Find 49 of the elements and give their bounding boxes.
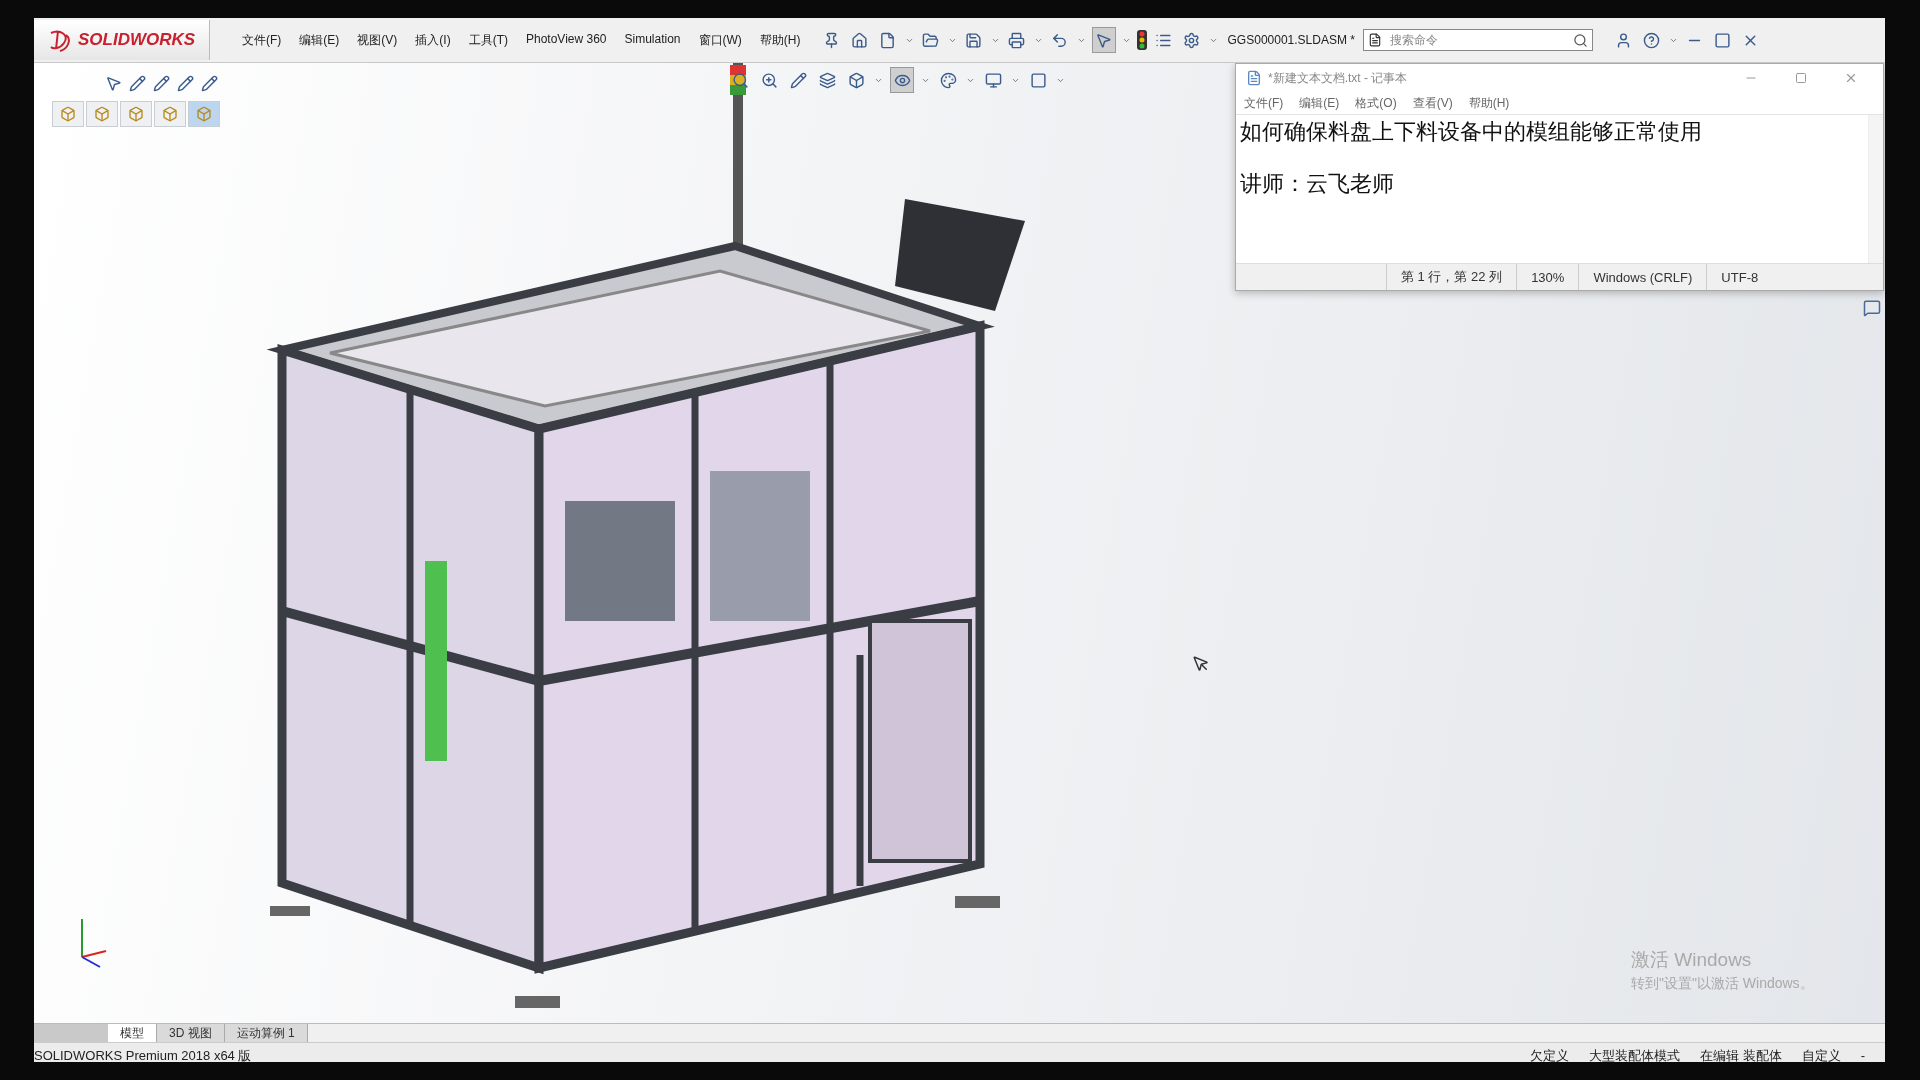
status-text: UTF-8 — [1706, 264, 1773, 290]
status-text: 在编辑 装配体 — [1700, 1049, 1782, 1062]
logo-text: SOLIDWORKS — [78, 30, 196, 50]
text-line: 讲师：云飞老师 — [1240, 170, 1395, 198]
part-cube-icon[interactable] — [52, 101, 84, 127]
eye-icon[interactable] — [890, 67, 914, 93]
menu-item[interactable]: 插入(I) — [415, 31, 451, 49]
menu-item[interactable]: 工具(T) — [468, 31, 508, 49]
menu-item[interactable]: 窗口(W) — [698, 31, 742, 49]
scrollbar[interactable] — [1868, 115, 1883, 263]
menu-item[interactable]: 格式(O) — [1355, 94, 1397, 112]
notepad-icon — [1246, 70, 1262, 86]
menu-item[interactable]: 帮助(H) — [1468, 94, 1510, 112]
activation-text: 转到"设置"以激活 Windows。 — [1631, 975, 1814, 993]
menu-item[interactable]: 视图(V) — [357, 31, 398, 49]
status-text: 大型装配体模式 — [1589, 1049, 1681, 1062]
command-icon — [1367, 33, 1382, 47]
status-text: Windows (CRLF) — [1578, 264, 1707, 290]
activation-title: 激活 Windows — [1631, 948, 1753, 972]
part-cube-icon[interactable] — [154, 101, 186, 127]
traffic-light-icon[interactable] — [1136, 30, 1147, 50]
menu-item[interactable]: 查看(V) — [1412, 94, 1453, 112]
mouse-cursor-icon — [1192, 655, 1210, 673]
search-box[interactable]: 搜索命令 — [1362, 29, 1593, 51]
view-tab[interactable]: 运动算例 1 — [224, 1024, 308, 1042]
view-tab[interactable]: 模型 — [108, 1024, 157, 1042]
view-tab[interactable]: 3D 视图 — [157, 1024, 225, 1042]
menu-item[interactable]: Simulation — [624, 31, 681, 49]
status-text: 第 1 行，第 22 列 — [1386, 264, 1517, 290]
text-line: 如何确保料盘上下料设备中的模组能够正常使用 — [1240, 118, 1703, 146]
search-icon[interactable] — [1572, 32, 1588, 48]
status-text: 欠定义 — [1530, 1049, 1570, 1062]
part-cube-icon[interactable] — [120, 101, 152, 127]
window-title: *新建文本文档.txt - 记事本 — [1268, 69, 1409, 87]
part-cube-icon[interactable] — [86, 101, 118, 127]
status-text: 自定义 — [1801, 1049, 1841, 1062]
product-version: SOLIDWORKS Premium 2018 x64 版 — [34, 1049, 253, 1062]
menu-item[interactable]: 文件(F) — [1244, 94, 1284, 112]
status-text: - — [1860, 1049, 1865, 1062]
chat-icon[interactable] — [1863, 299, 1881, 317]
status-text: 130% — [1516, 264, 1579, 290]
menu-item[interactable]: PhotoView 360 — [526, 31, 607, 49]
menu-item[interactable]: 文件(F) — [242, 31, 282, 49]
menu-item[interactable]: 编辑(E) — [299, 31, 340, 49]
search-input[interactable]: 搜索命令 — [1387, 32, 1567, 48]
select-pointer-icon[interactable] — [1091, 27, 1116, 53]
document-title: GGS000001.SLDASM * — [1227, 33, 1355, 47]
menu-item[interactable]: 帮助(H) — [759, 31, 801, 49]
menu-item[interactable]: 编辑(E) — [1299, 94, 1340, 112]
